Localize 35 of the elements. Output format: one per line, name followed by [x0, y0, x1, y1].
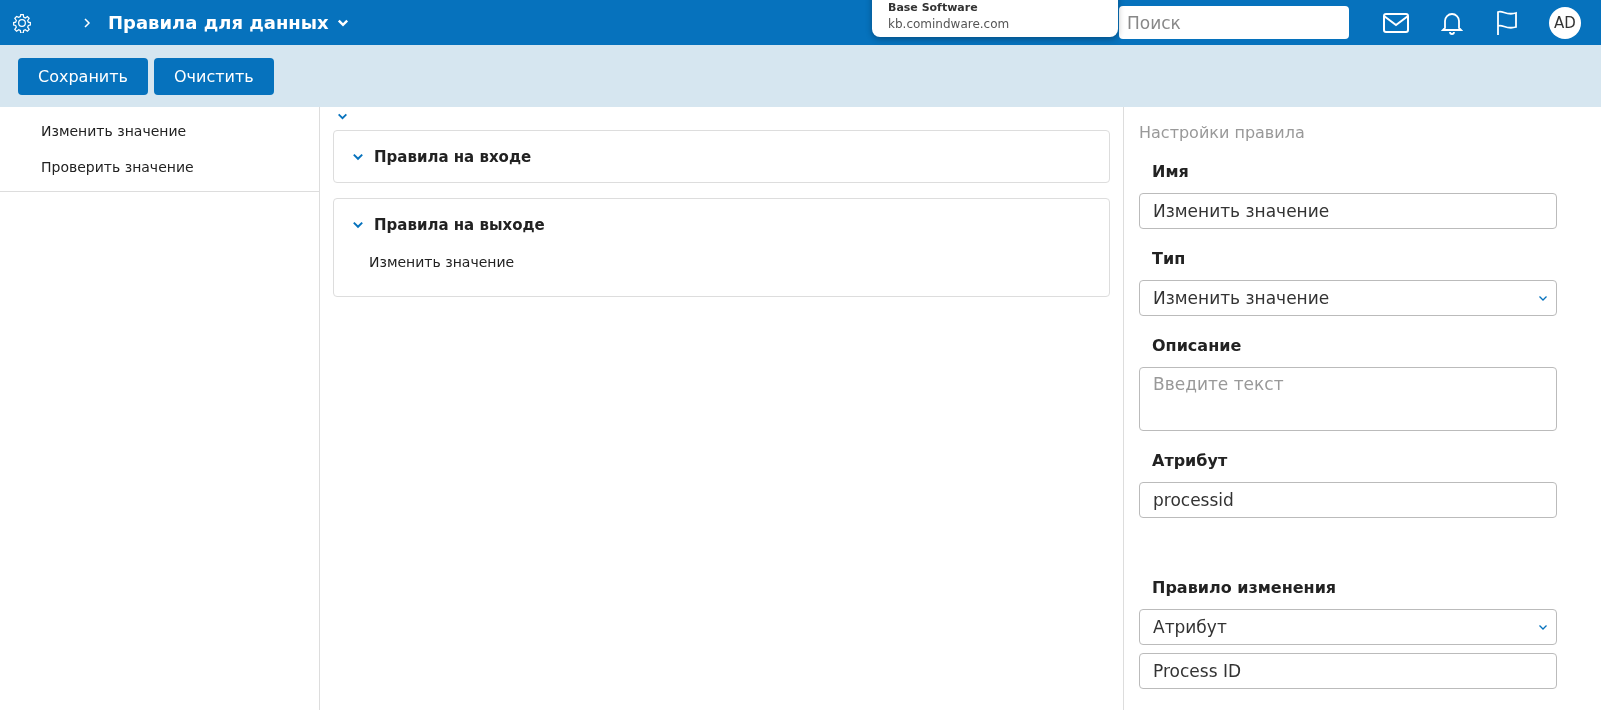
input-field[interactable]: Process ID [1139, 653, 1557, 689]
page-title: Правила для данных [108, 12, 329, 33]
sidebar-item[interactable]: Проверить значение [0, 149, 319, 185]
group-title: Правила на выходе [374, 215, 545, 234]
dropdown-field[interactable]: Изменить значение [1139, 280, 1557, 316]
popup-title: Base Software [888, 1, 979, 14]
toolbar-button[interactable]: Сохранить [18, 57, 148, 95]
bell-icon[interactable] [1441, 10, 1463, 35]
rule-item[interactable]: Изменить значение [369, 254, 1091, 270]
panel-title: Настройки правила [1139, 123, 1306, 142]
field-value: Изменить значение [1153, 201, 1330, 221]
chevron-down-icon[interactable] [337, 111, 348, 122]
input-field[interactable]: Изменить значение [1139, 193, 1557, 229]
mail-icon[interactable] [1383, 12, 1409, 33]
dropdown-field[interactable]: Атрибут [1139, 609, 1557, 645]
toolbar-button[interactable]: Очистить [154, 57, 274, 95]
chevron-right-icon[interactable] [82, 17, 92, 28]
search-field[interactable]: Поиск [1119, 6, 1349, 39]
group-title: Правила на входе [374, 147, 532, 166]
caret-icon [1538, 293, 1548, 303]
settings-icon[interactable] [12, 12, 32, 33]
field-value: processid [1153, 490, 1234, 510]
field-label: Правило изменения [1151, 577, 1338, 599]
input-field[interactable]: processid [1139, 482, 1557, 518]
caret-icon [1538, 622, 1548, 632]
sidebar-item[interactable]: Изменить значение [0, 113, 319, 149]
field-label: Описание [1151, 335, 1243, 357]
popup-url: kb.comindware.com [888, 17, 1011, 31]
field-label: Атрибут [1151, 450, 1229, 472]
flag-icon[interactable] [1495, 9, 1519, 36]
user-avatar[interactable]: AD [1549, 6, 1581, 39]
field-label: Тип [1151, 248, 1187, 270]
field-value: Process ID [1153, 661, 1241, 681]
field-label: Имя [1151, 161, 1190, 183]
description-field[interactable]: Введите текст [1139, 367, 1557, 431]
